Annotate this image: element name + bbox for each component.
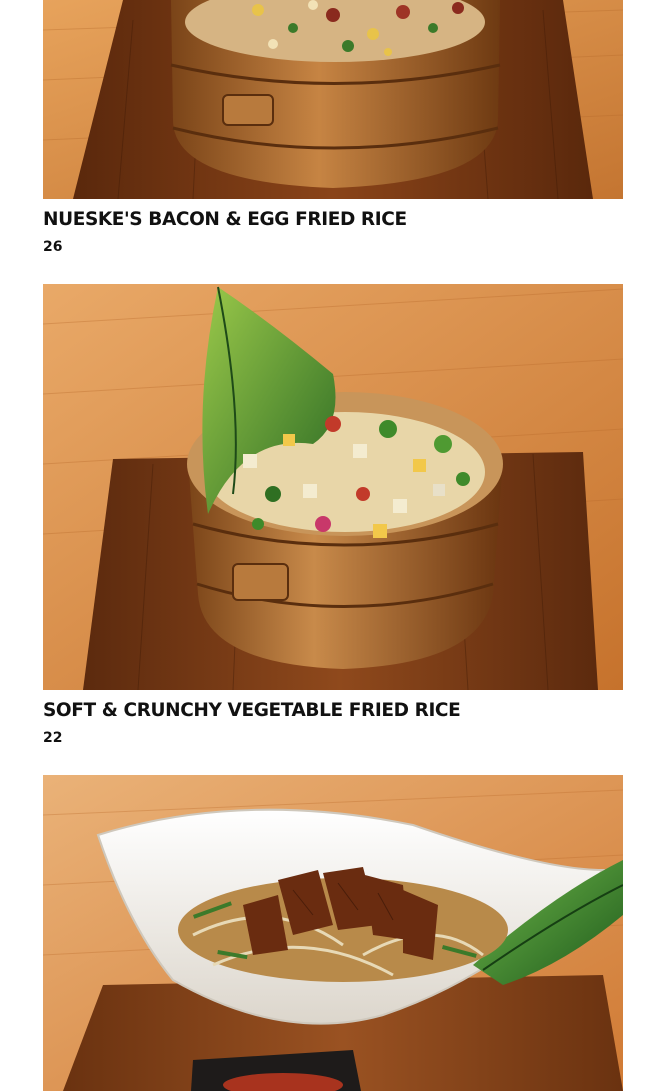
duck-noodles-image xyxy=(43,775,623,1091)
menu-item-duck-noodles[interactable] xyxy=(43,775,623,1091)
menu-item-name[interactable]: NUESKE'S BACON & EGG FRIED RICE xyxy=(43,209,407,231)
menu-item-price: 22 xyxy=(43,730,63,746)
menu-item-price: 26 xyxy=(43,239,63,255)
menu-item-photo[interactable] xyxy=(43,775,623,1091)
menu-page: NUESKE'S BACON & EGG FRIED RICE 26 SOFT … xyxy=(0,0,665,1091)
menu-item-bacon-egg-fried-rice[interactable]: NUESKE'S BACON & EGG FRIED RICE 26 xyxy=(43,0,623,255)
menu-item-photo[interactable] xyxy=(43,0,623,199)
menu-item-name[interactable]: SOFT & CRUNCHY VEGETABLE FRIED RICE xyxy=(43,700,461,722)
vegetable-fried-rice-image xyxy=(43,284,623,690)
menu-item-vegetable-fried-rice[interactable]: SOFT & CRUNCHY VEGETABLE FRIED RICE 22 xyxy=(43,284,623,746)
menu-item-photo[interactable] xyxy=(43,284,623,690)
bacon-fried-rice-image xyxy=(43,0,623,199)
